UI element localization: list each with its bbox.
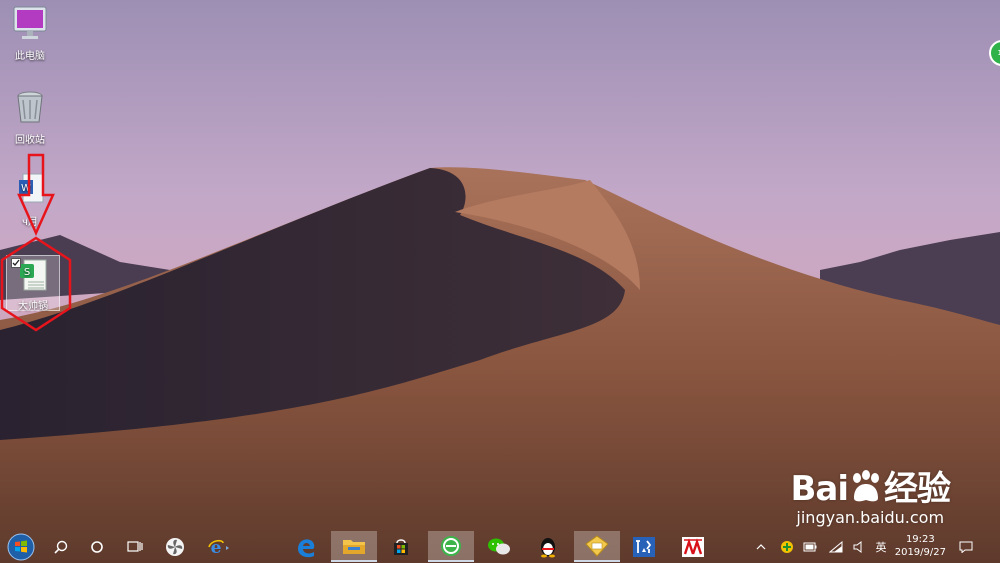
svg-text:W: W bbox=[21, 183, 31, 194]
qq-penguin-icon bbox=[541, 537, 555, 557]
taskbar-clock[interactable]: 19:23 2019/9/27 bbox=[895, 533, 946, 559]
windows-orb-icon bbox=[7, 533, 35, 560]
taskbar: e 英 19:23 2019/9/27 bbox=[0, 530, 1000, 563]
taskbar-app-yellow-envelope[interactable] bbox=[574, 531, 620, 562]
green-browser-icon bbox=[441, 535, 461, 556]
pinwheel-icon bbox=[166, 537, 184, 556]
wps-spreadsheet-icon: S bbox=[20, 259, 47, 291]
cortana-circle-icon bbox=[91, 540, 103, 553]
tray-show-hidden[interactable] bbox=[754, 530, 768, 563]
taskbar-app-file-explorer[interactable] bbox=[331, 531, 377, 562]
tray-security-app[interactable] bbox=[778, 530, 796, 563]
speaker-icon bbox=[853, 540, 862, 553]
search-icon bbox=[54, 540, 68, 554]
tray-network[interactable] bbox=[828, 530, 844, 563]
search-button[interactable] bbox=[48, 531, 74, 562]
tray-input-method[interactable]: 英 bbox=[872, 530, 890, 563]
envelope-app-icon bbox=[585, 534, 609, 557]
taskbar-app-pinwheel[interactable] bbox=[160, 531, 190, 562]
wechat-icon bbox=[488, 538, 510, 554]
recycle-bin-icon bbox=[17, 91, 43, 123]
folder-icon bbox=[343, 539, 365, 554]
tools-icon bbox=[633, 536, 655, 557]
chevron-up-icon bbox=[756, 543, 766, 549]
taskbar-app-red-logo[interactable] bbox=[678, 531, 708, 562]
desktop-icon-label: 回收站 bbox=[15, 135, 45, 146]
desktop-icon-this-pc[interactable]: 此电脑 bbox=[0, 4, 60, 62]
tray-volume[interactable] bbox=[852, 530, 866, 563]
taskbar-app-360-browser[interactable] bbox=[428, 531, 474, 562]
taskbar-app-store[interactable] bbox=[388, 531, 414, 562]
battery-icon bbox=[803, 542, 817, 551]
wifi-icon bbox=[829, 540, 843, 552]
red-logo-icon bbox=[682, 536, 704, 557]
desktop-icon-label: 大帅锅 bbox=[18, 301, 48, 312]
ime-label: 英 bbox=[875, 540, 887, 554]
watermark-brand: Bai 经验 bbox=[790, 469, 951, 509]
store-bag-icon bbox=[394, 538, 408, 555]
internet-explorer-icon: e bbox=[208, 538, 229, 557]
clock-date: 2019/9/27 bbox=[894, 547, 946, 558]
clock-time: 19:23 bbox=[905, 534, 935, 545]
desktop-icon-doc[interactable]: W ч月 bbox=[0, 170, 60, 228]
taskbar-app-wechat[interactable] bbox=[484, 531, 514, 562]
desktop-icon-label: 此电脑 bbox=[15, 51, 45, 62]
paw-icon bbox=[853, 470, 879, 502]
baidu-jingyan-watermark: Bai 经验 jingyan.baidu.com bbox=[790, 461, 951, 527]
desktop-icon-recycle-bin[interactable]: 回收站 bbox=[0, 88, 60, 146]
action-center-button[interactable] bbox=[956, 530, 976, 563]
svg-text:S: S bbox=[24, 267, 30, 278]
green-plus-icon bbox=[781, 540, 793, 553]
taskbar-app-ie[interactable]: e bbox=[202, 531, 236, 562]
desktop-icon-label: ч月 bbox=[22, 217, 38, 228]
watermark-url: jingyan.baidu.com bbox=[796, 508, 945, 527]
edge-icon bbox=[298, 538, 315, 557]
word-document-icon: W bbox=[19, 173, 44, 203]
taskbar-app-tools[interactable] bbox=[630, 531, 658, 562]
task-view-button[interactable] bbox=[122, 531, 148, 562]
desktop-icon-spreadsheet-selected[interactable]: S 大帅锅 bbox=[6, 255, 60, 312]
cortana-button[interactable] bbox=[84, 531, 110, 562]
task-view-icon bbox=[127, 540, 143, 552]
taskbar-app-edge[interactable] bbox=[292, 531, 320, 562]
checkbox-icon bbox=[11, 258, 21, 268]
notification-icon bbox=[959, 541, 973, 553]
taskbar-app-qq[interactable] bbox=[534, 531, 562, 562]
computer-icon bbox=[13, 6, 47, 39]
start-button[interactable] bbox=[4, 531, 38, 562]
tray-battery[interactable] bbox=[802, 530, 818, 563]
